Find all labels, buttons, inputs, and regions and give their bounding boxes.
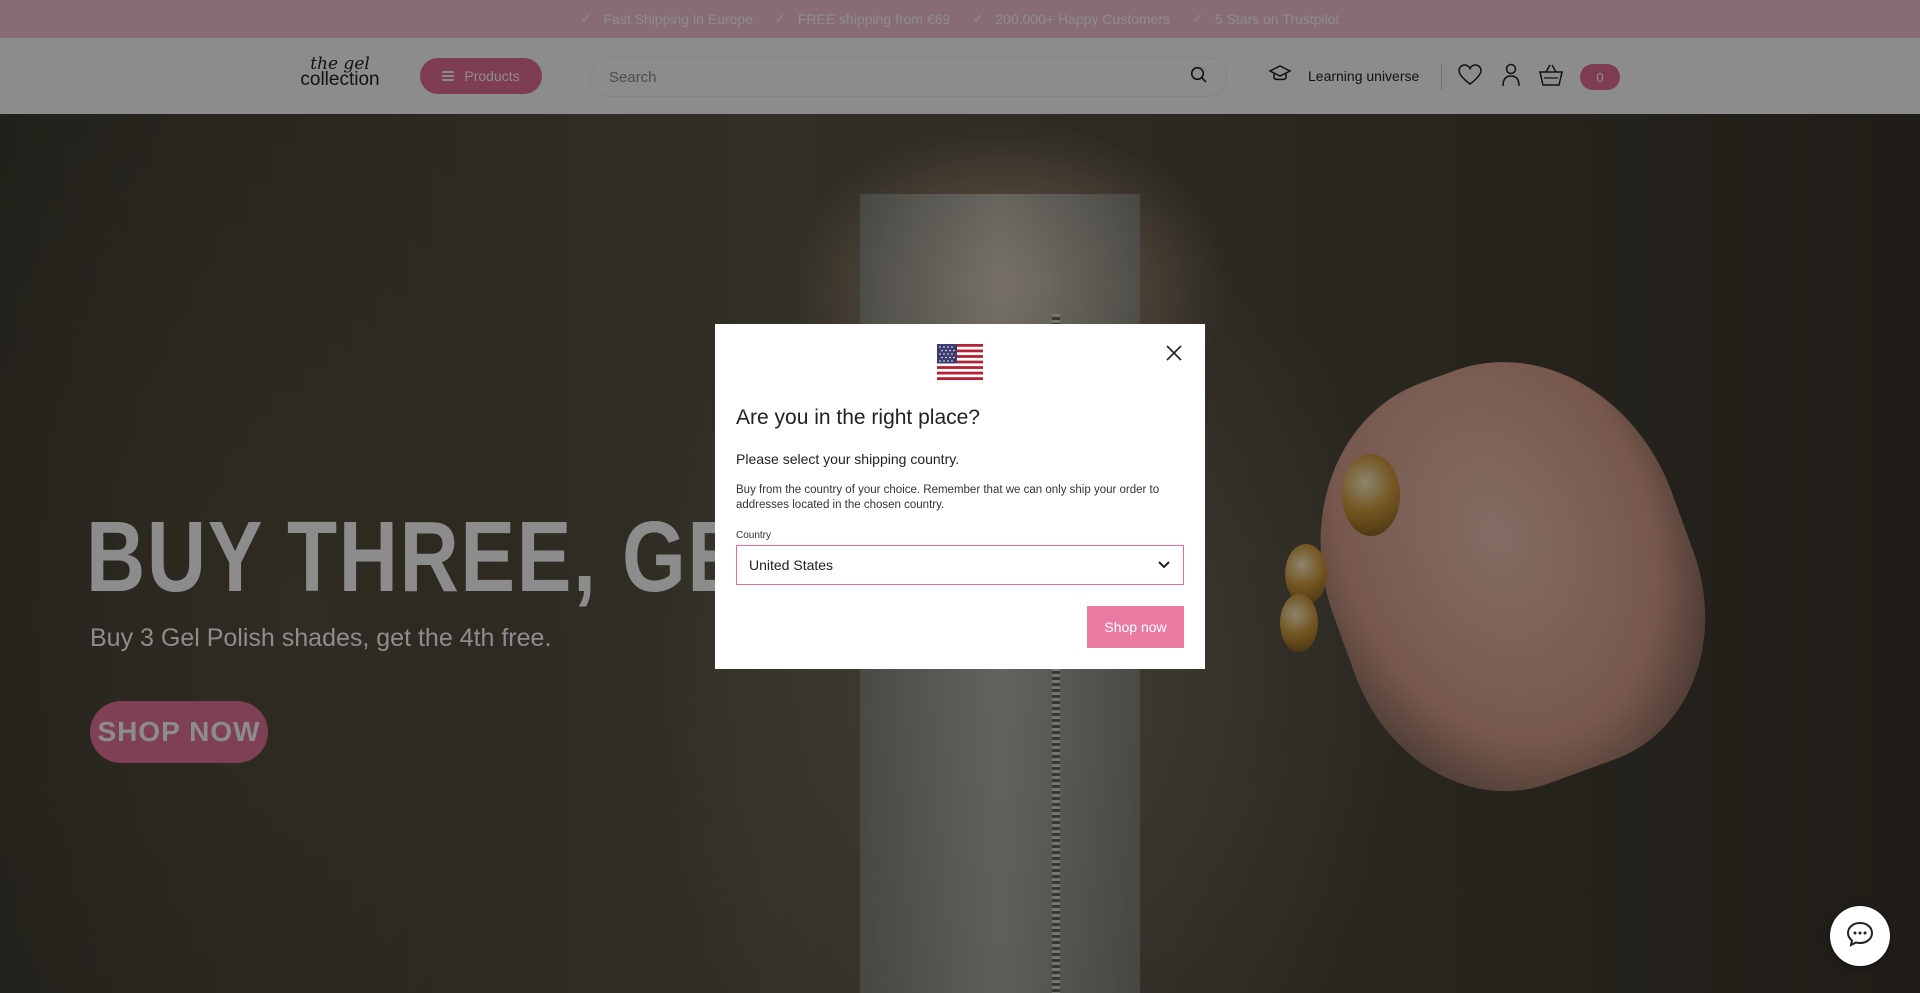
modal-description: Buy from the country of your choice. Rem… (736, 484, 1160, 511)
country-select[interactable]: United States (736, 545, 1184, 585)
shop-now-button[interactable]: Shop now (1087, 606, 1184, 648)
country-label: Country (736, 530, 772, 541)
country-selector-modal: Are you in the right place? Please selec… (715, 324, 1205, 669)
modal-title: Are you in the right place? (736, 406, 980, 429)
country-select-value: United States (749, 557, 834, 573)
us-flag-icon (937, 344, 983, 380)
chat-icon (1846, 921, 1874, 952)
chat-launcher-button[interactable] (1830, 906, 1890, 966)
close-icon[interactable] (1165, 344, 1183, 362)
modal-subtitle: Please select your shipping country. (736, 451, 960, 467)
chevron-down-icon (1157, 557, 1171, 573)
